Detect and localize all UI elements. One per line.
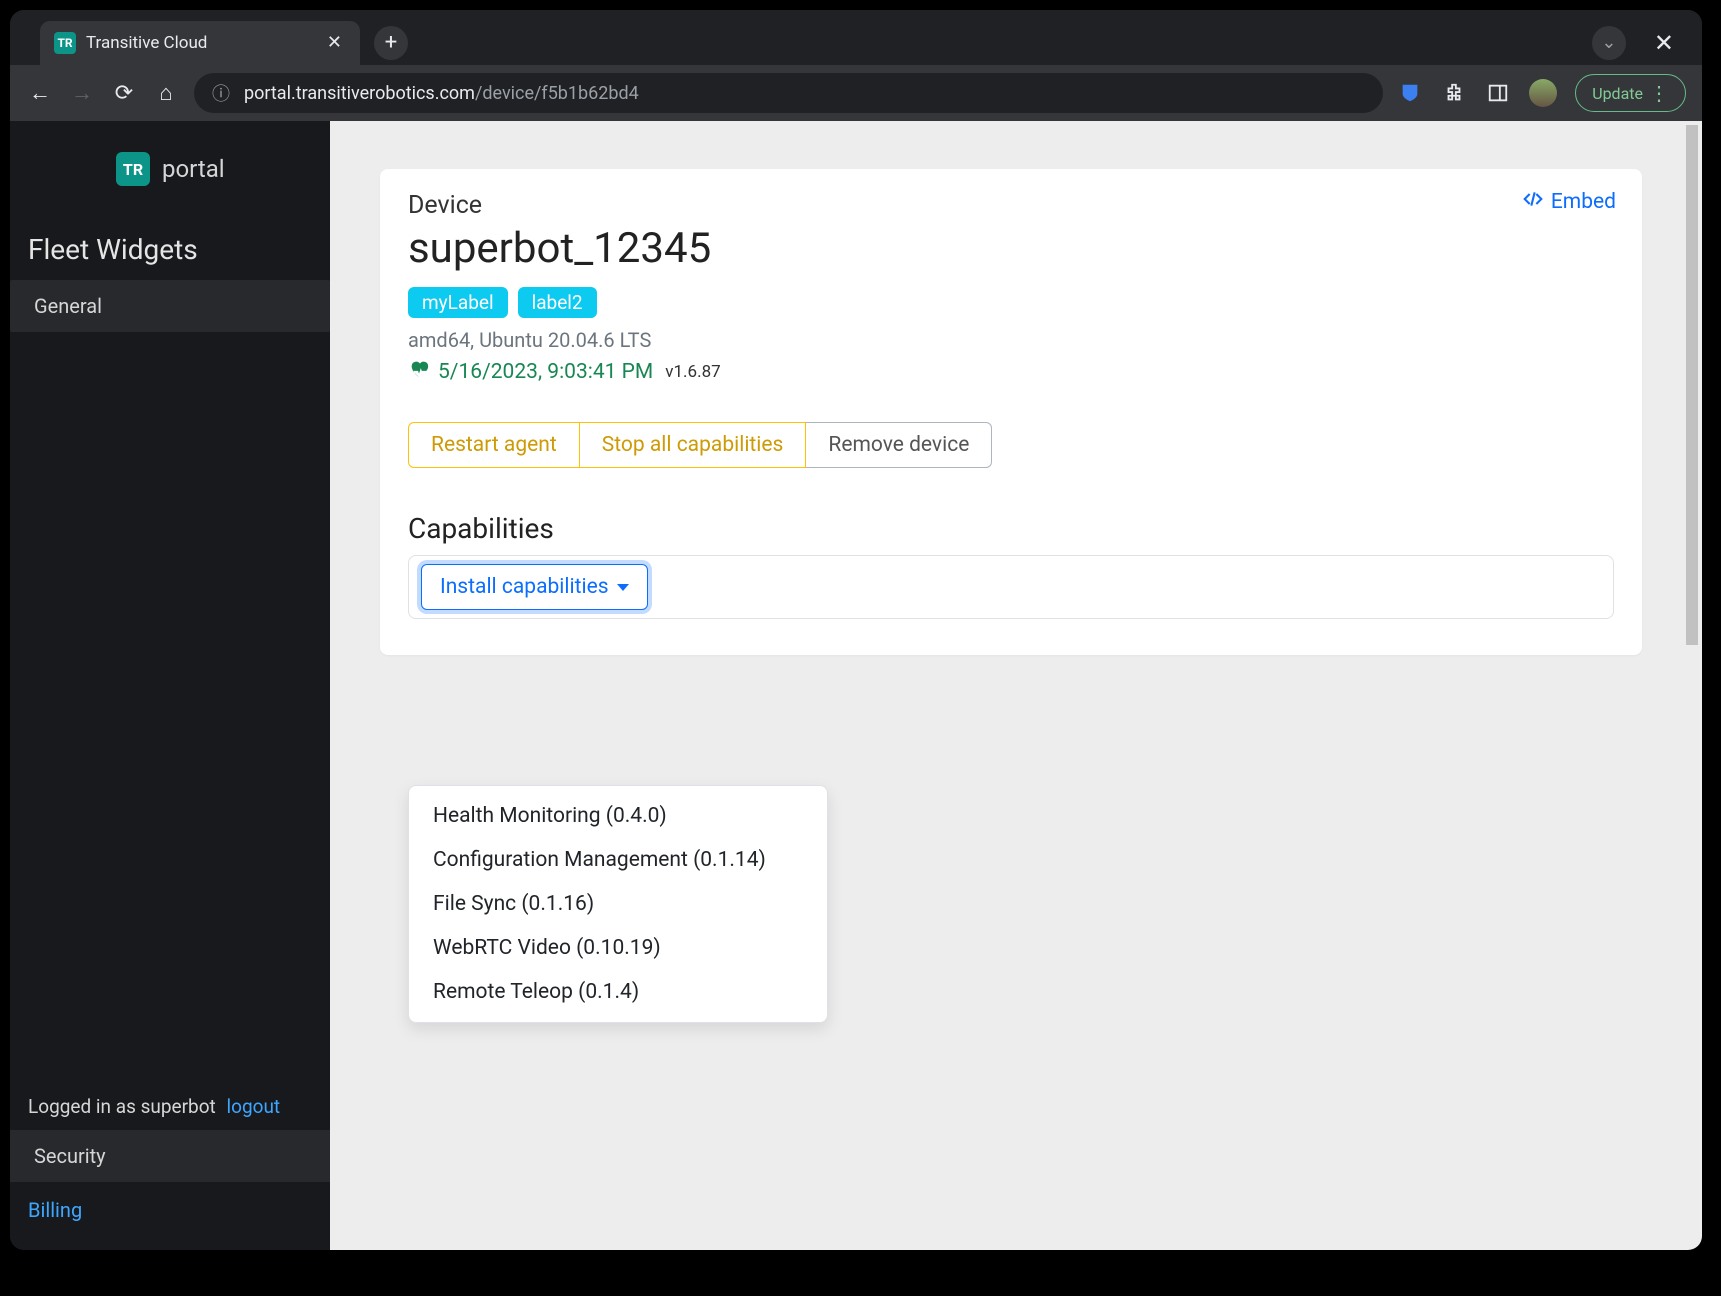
device-actions: Restart agent Stop all capabilities Remo… [408,422,1614,468]
window-controls: ⌄ ✕ [1592,26,1688,60]
install-capabilities-button[interactable]: Install capabilities [421,564,648,610]
panel-icon[interactable] [1485,80,1511,106]
browser-window: TR Transitive Cloud ✕ + ⌄ ✕ ← → ⟳ ⌂ ⓘ po… [10,10,1702,1250]
heartbeat-time: 5/16/2023, 9:03:41 PM [438,360,653,384]
capabilities-box: Install capabilities [408,555,1614,619]
device-tags: myLabel label2 [408,287,1614,318]
tab-close-icon[interactable]: ✕ [321,32,348,53]
login-user: superbot [141,1095,216,1118]
site-info-icon[interactable]: ⓘ [212,80,230,106]
browser-toolbar: ← → ⟳ ⌂ ⓘ portal.transitiverobotics.com/… [10,65,1702,121]
device-card: Embed Device superbot_12345 myLabel labe… [380,169,1642,655]
sidebar-item-general[interactable]: General [10,280,330,332]
embed-label: Embed [1551,190,1616,214]
brand-logo-icon: TR [116,152,150,186]
url-path: /device/f5b1b62bd4 [475,83,639,104]
device-tag[interactable]: myLabel [408,287,508,318]
extensions-icon[interactable] [1441,80,1467,106]
device-version: v1.6.87 [665,362,720,382]
login-prefix: Logged in as [28,1095,141,1118]
dropdown-item[interactable]: Remote Teleop (0.1.4) [409,970,827,1014]
install-capabilities-dropdown: Health Monitoring (0.4.0) Configuration … [408,785,828,1023]
sidebar-item-billing[interactable]: Billing [28,1194,312,1222]
sidebar: TR portal Fleet Widgets General Logged i… [10,121,330,1250]
app-viewport: TR portal Fleet Widgets General Logged i… [10,121,1702,1250]
extension-icons: Update ⋮ [1397,74,1686,112]
address-bar[interactable]: ⓘ portal.transitiverobotics.com/device/f… [194,73,1383,113]
bitwarden-icon[interactable] [1397,80,1423,106]
login-status: Logged in as superbot logout [28,1095,312,1118]
device-system-info: amd64, Ubuntu 20.04.6 LTS [408,328,1614,352]
embed-link[interactable]: Embed [1523,189,1616,215]
device-tag[interactable]: label2 [518,287,597,318]
new-tab-button[interactable]: + [374,26,408,60]
embed-icon [1523,189,1543,215]
tab-title: Transitive Cloud [86,33,321,53]
home-button[interactable]: ⌂ [152,79,180,107]
device-label: Device [408,191,1614,220]
sidebar-item-security[interactable]: Security [10,1130,330,1182]
url-host: portal.transitiverobotics.com [244,83,475,104]
sidebar-footer: Logged in as superbot logout Security Bi… [10,1081,330,1250]
device-name: superbot_12345 [408,224,1614,273]
dropdown-item[interactable]: WebRTC Video (0.10.19) [409,926,827,970]
tab-favicon: TR [54,32,76,54]
brand-name: portal [162,155,225,183]
dropdown-item[interactable]: Configuration Management (0.1.14) [409,838,827,882]
scrollbar[interactable] [1684,123,1700,1248]
scrollbar-thumb[interactable] [1686,125,1698,645]
capabilities-title: Capabilities [408,512,1614,545]
update-button[interactable]: Update ⋮ [1575,74,1686,112]
forward-button: → [68,79,96,107]
window-close-icon[interactable]: ✕ [1654,29,1674,57]
content-area: Embed Device superbot_12345 myLabel labe… [330,121,1702,1250]
tab-strip: TR Transitive Cloud ✕ + ⌄ ✕ [10,10,1702,65]
heartbeat-icon [408,358,430,386]
brand[interactable]: TR portal [10,143,330,195]
restart-agent-button[interactable]: Restart agent [408,422,580,468]
tab-search-icon[interactable]: ⌄ [1592,26,1626,60]
reload-button[interactable]: ⟳ [110,79,138,107]
dropdown-item[interactable]: File Sync (0.1.16) [409,882,827,926]
logout-link[interactable]: logout [227,1095,281,1118]
update-label: Update [1592,84,1643,103]
profile-avatar[interactable] [1529,79,1557,107]
back-button[interactable]: ← [26,79,54,107]
browser-menu-icon[interactable]: ⋮ [1649,81,1669,105]
install-label: Install capabilities [440,575,609,599]
browser-tab[interactable]: TR Transitive Cloud ✕ [40,21,360,65]
caret-down-icon [617,584,629,591]
remove-device-button[interactable]: Remove device [806,422,992,468]
dropdown-item[interactable]: Health Monitoring (0.4.0) [409,794,827,838]
sidebar-section-title: Fleet Widgets [10,195,330,280]
device-heartbeat: 5/16/2023, 9:03:41 PM v1.6.87 [408,358,1614,386]
stop-capabilities-button[interactable]: Stop all capabilities [580,422,807,468]
